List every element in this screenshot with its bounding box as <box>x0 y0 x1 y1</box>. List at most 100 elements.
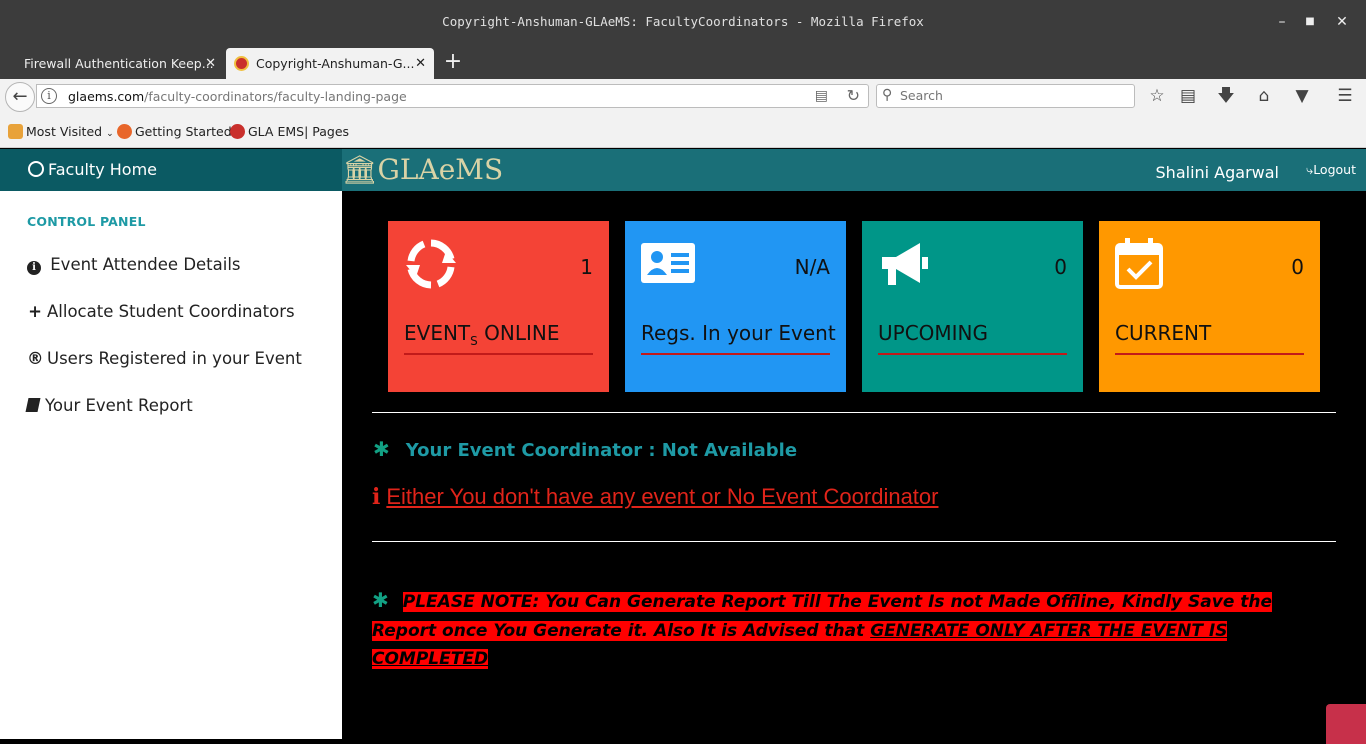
window-title: Copyright-Anshuman-GLAeMS: FacultyCoordi… <box>442 14 924 29</box>
tab-glaems[interactable]: Copyright-Anshuman-G... ✕ <box>226 48 434 79</box>
events-online-count: 1 <box>580 255 593 279</box>
card-underline <box>1115 353 1304 355</box>
card-registrations[interactable]: N/A Regs. In your Event <box>625 221 846 392</box>
bookmarks-bar: Most Visited ⌄ Getting Started GLA EMS| … <box>0 115 1366 148</box>
bank-icon: 🏛 <box>342 153 378 186</box>
card-underline <box>404 353 593 355</box>
sidebar-item-label: Event Attendee Details <box>50 255 241 274</box>
back-button[interactable]: ← <box>5 82 35 112</box>
sidebar-item-allocate-coordinators[interactable]: + Allocate Student Coordinators <box>27 302 295 321</box>
sidebar: Faculty Home CONTROL PANEL i Event Atten… <box>0 149 342 739</box>
sidebar-item-attendee-details[interactable]: i Event Attendee Details <box>27 255 241 275</box>
asterisk-icon: ✱ <box>372 588 389 612</box>
bookmark-getting-started[interactable]: Getting Started <box>117 124 232 139</box>
label-main: EVENT <box>404 321 471 345</box>
current-label: CURRENT <box>1115 321 1212 345</box>
asterisk-icon: ✱ <box>373 437 390 461</box>
no-event-warning[interactable]: i Either You don't have any event or No E… <box>372 484 938 510</box>
window-titlebar: Copyright-Anshuman-GLAeMS: FacultyCoordi… <box>0 0 1366 45</box>
user-name: Shalini Agarwal <box>1155 163 1279 182</box>
bookmark-glaems[interactable]: GLA EMS| Pages <box>230 124 349 139</box>
tab-close-icon[interactable]: ✕ <box>205 48 216 79</box>
minimize-button[interactable]: – <box>1274 14 1290 30</box>
maximize-button[interactable]: ■ <box>1302 14 1318 30</box>
info-icon: i <box>372 484 381 510</box>
tab-close-icon[interactable]: ✕ <box>415 48 426 79</box>
new-tab-button[interactable]: + <box>442 45 464 79</box>
logout-label: Logout <box>1313 162 1356 177</box>
url-text[interactable]: glaems.com/faculty-coordinators/faculty-… <box>68 89 407 104</box>
card-events-online[interactable]: 1 EVENTS ONLINE <box>388 221 609 392</box>
search-input[interactable] <box>900 88 1120 103</box>
current-count: 0 <box>1291 255 1304 279</box>
card-underline <box>641 353 830 355</box>
folder-icon <box>8 124 23 139</box>
card-upcoming[interactable]: 0 UPCOMING <box>862 221 1083 392</box>
tab-bar: Firewall Authentication Keep... ✕ Copyri… <box>0 45 1366 79</box>
warning-text: Either You don't have any event or No Ev… <box>386 484 939 509</box>
registered-icon: ® <box>27 349 44 368</box>
close-window-button[interactable]: ✕ <box>1334 14 1350 30</box>
info-circle-icon: i <box>27 261 41 275</box>
menu-icon[interactable]: ☰ <box>1334 85 1356 107</box>
chevron-down-icon: ⌄ <box>106 129 114 139</box>
registrations-label: Regs. In your Event <box>641 321 836 345</box>
logo-text: GLAeMS <box>377 153 504 186</box>
glaems-favicon-icon <box>234 56 249 71</box>
search-bar[interactable]: ⚲ <box>876 84 1135 108</box>
sidebar-item-event-report[interactable]: Your Event Report <box>25 396 193 415</box>
label-sub: S <box>470 334 478 348</box>
glaems-logo[interactable]: 🏛GLAeMS <box>342 153 503 186</box>
megaphone-icon <box>882 243 928 285</box>
logout-link[interactable]: ⤷Logout <box>1306 162 1356 178</box>
card-underline <box>878 353 1067 355</box>
event-coordinator-status: ✱ Your Event Coordinator : Not Available <box>373 437 797 461</box>
report-note: ✱ PLEASE NOTE: You Can Generate Report Ti… <box>372 586 1334 674</box>
page-header: 🏛GLAeMS Shalini Agarwal ⤷Logout <box>342 149 1366 191</box>
reader-view-icon[interactable]: ▤ <box>815 88 828 104</box>
coordinator-text: Your Event Coordinator : Not Available <box>405 440 798 461</box>
glaems-favicon-icon <box>230 124 245 139</box>
sidebar-item-label: Your Event Report <box>45 396 193 415</box>
bookmark-label: Most Visited <box>26 124 103 139</box>
search-icon: ⚲ <box>882 87 893 103</box>
label-rest: ONLINE <box>477 321 560 345</box>
user-circle-icon <box>28 161 44 177</box>
upcoming-label: UPCOMING <box>878 321 989 345</box>
sidebar-item-label: Allocate Student Coordinators <box>47 302 295 321</box>
firefox-icon <box>117 124 132 139</box>
book-icon <box>25 398 41 412</box>
navigation-bar: ← i glaems.com/faculty-coordinators/facu… <box>0 79 1366 115</box>
sidebar-item-users-registered[interactable]: ® Users Registered in your Event <box>27 349 302 368</box>
card-current[interactable]: 0 CURRENT <box>1099 221 1320 392</box>
sidebar-item-label: Users Registered in your Event <box>47 349 302 368</box>
bookmark-label: GLA EMS| Pages <box>248 124 350 139</box>
pocket-icon[interactable]: ▼ <box>1291 85 1313 107</box>
floating-widget-icon[interactable] <box>1326 704 1366 744</box>
download-icon[interactable]: 🡇 <box>1215 85 1237 107</box>
url-domain: glaems.com <box>68 89 145 104</box>
refresh-icon <box>406 239 456 289</box>
faculty-home-link[interactable]: Faculty Home <box>0 149 342 191</box>
calendar-check-icon <box>1115 238 1163 289</box>
tab-firewall[interactable]: Firewall Authentication Keep... ✕ <box>0 48 224 79</box>
id-card-icon <box>641 243 695 283</box>
events-online-label: EVENTS ONLINE <box>404 321 559 348</box>
reload-icon[interactable]: ↻ <box>847 86 860 105</box>
control-panel-heading: CONTROL PANEL <box>27 214 146 229</box>
url-path: /faculty-coordinators/faculty-landing-pa… <box>144 89 407 104</box>
bookmark-star-icon[interactable]: ☆ <box>1146 85 1168 107</box>
tab-label: Copyright-Anshuman-G... <box>256 56 415 71</box>
plus-icon: + <box>28 302 42 321</box>
divider <box>372 412 1336 413</box>
faculty-home-label: Faculty Home <box>48 160 157 179</box>
reading-list-icon[interactable]: ▤ <box>1177 85 1199 107</box>
bookmark-label: Getting Started <box>135 124 232 139</box>
bookmark-most-visited[interactable]: Most Visited ⌄ <box>8 124 114 139</box>
home-icon[interactable]: ⌂ <box>1253 85 1275 107</box>
registrations-count: N/A <box>794 255 830 279</box>
info-icon[interactable]: i <box>41 88 57 104</box>
url-bar[interactable]: i glaems.com/faculty-coordinators/facult… <box>36 84 869 108</box>
tab-label: Firewall Authentication Keep... <box>24 56 214 71</box>
divider <box>372 541 1336 542</box>
